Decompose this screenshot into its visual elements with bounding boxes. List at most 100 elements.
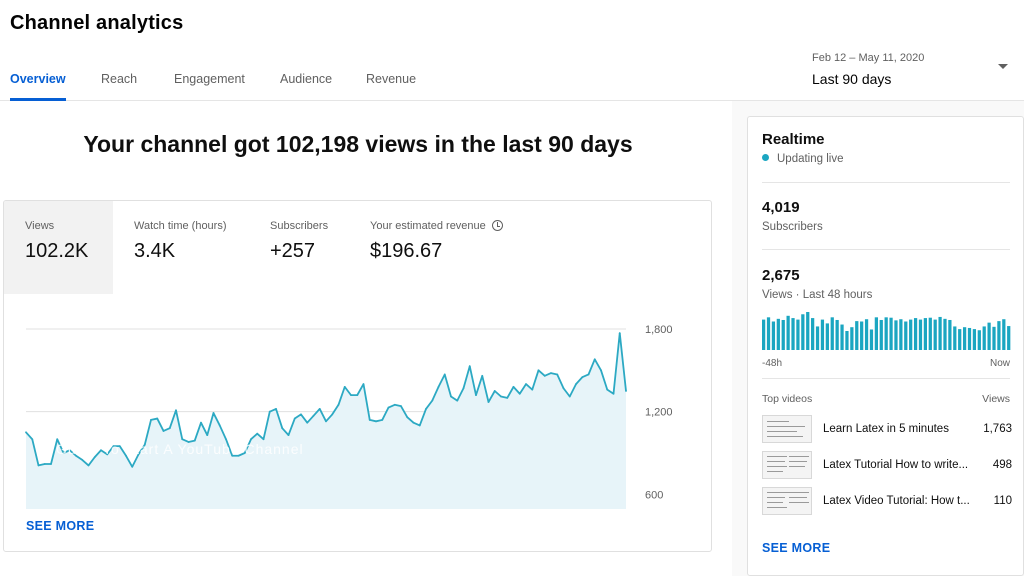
data-point [587, 373, 590, 376]
realtime-views-count: 2,675 [762, 267, 800, 284]
data-point [556, 373, 559, 376]
data-point [437, 385, 440, 388]
metric-value: 3.4K [134, 240, 176, 262]
y-tick-label: 1,800 [645, 324, 673, 336]
metric-watch-time[interactable]: Watch time (hours) 3.4K [113, 201, 249, 294]
divider [762, 182, 1010, 183]
realtime-bar [909, 319, 913, 350]
video-views: 110 [993, 495, 1012, 507]
data-point [506, 396, 509, 399]
realtime-bar [776, 318, 780, 350]
data-point [481, 374, 484, 377]
date-range-picker[interactable]: Feb 12 – May 11, 2020 Last 90 days [812, 50, 1012, 94]
metric-value: +257 [270, 240, 316, 262]
metric-label-row: Your estimated revenue [370, 220, 503, 232]
live-dot-icon [762, 154, 769, 161]
tab-engagement[interactable]: Engagement [174, 60, 245, 100]
video-title: Latex Tutorial How to write... [823, 459, 969, 471]
realtime-views-label: Views · Last 48 hours [762, 289, 873, 301]
data-point [31, 438, 34, 441]
realtime-bar [943, 318, 947, 350]
realtime-bar [830, 317, 834, 350]
realtime-bar [938, 316, 942, 350]
realtime-bar [958, 329, 962, 350]
top-header: Channel analytics Overview Reach Engagem… [0, 0, 1024, 101]
data-point [600, 369, 602, 372]
realtime-bar [904, 321, 908, 350]
data-point [318, 408, 321, 410]
data-point [375, 420, 377, 423]
divider [762, 378, 1010, 379]
key-metrics-card: Views 102.2K Watch time (hours) 3.4K Sub… [3, 200, 712, 552]
data-point [293, 417, 296, 420]
data-point [181, 438, 184, 441]
data-point [550, 372, 552, 374]
data-point [387, 406, 390, 409]
data-point [206, 434, 209, 436]
data-point [625, 390, 627, 392]
realtime-bar [992, 326, 996, 350]
metric-label: Subscribers [270, 220, 329, 232]
y-tick-label: 1,200 [645, 407, 673, 419]
views-area-chart: 1,8001,2006000Feb 12, ...Feb 27, 2020Mar… [25, 324, 673, 509]
realtime-bar [791, 318, 795, 350]
see-more-link[interactable]: SEE MORE [26, 519, 94, 533]
data-point [343, 385, 346, 388]
realtime-bar [825, 323, 829, 350]
data-point [268, 410, 271, 413]
realtime-see-more-link[interactable]: SEE MORE [762, 541, 830, 555]
metric-value: $196.67 [370, 240, 443, 262]
divider [762, 249, 1010, 250]
top-video-row[interactable]: Learn Latex in 5 minutes 1,763 [762, 415, 1012, 445]
data-point [462, 387, 465, 390]
data-point [168, 427, 171, 430]
realtime-bar [982, 326, 986, 350]
realtime-bar [815, 326, 820, 350]
data-point [225, 438, 227, 441]
data-point [400, 405, 402, 408]
data-point [406, 416, 409, 419]
caret-down-icon[interactable] [998, 64, 1008, 69]
tab-audience[interactable]: Audience [280, 60, 332, 100]
realtime-bar [889, 317, 893, 350]
realtime-bar [933, 319, 937, 350]
data-point [37, 464, 40, 467]
realtime-bar [771, 321, 776, 350]
realtime-subscriber-label: Subscribers [762, 221, 823, 233]
metric-label: Views [25, 220, 55, 232]
data-point [200, 421, 202, 424]
info-icon[interactable] [491, 220, 503, 231]
tab-revenue[interactable]: Revenue [366, 60, 416, 100]
realtime-bar [855, 321, 859, 350]
data-point [618, 332, 621, 335]
realtime-bar [801, 314, 805, 350]
tab-overview[interactable]: Overview [10, 60, 66, 100]
data-point [356, 394, 359, 397]
tab-reach[interactable]: Reach [101, 60, 137, 100]
video-thumbnail [762, 451, 812, 479]
data-point [331, 413, 334, 416]
realtime-bar [845, 331, 849, 350]
data-point [337, 403, 340, 406]
overview-headline: Your channel got 102,198 views in the la… [83, 131, 633, 157]
metric-subscribers[interactable]: Subscribers +257 [249, 201, 349, 294]
data-point [512, 385, 515, 388]
realtime-bar [962, 327, 967, 350]
realtime-bar [781, 319, 785, 350]
date-range-dates: Feb 12 – May 11, 2020 [812, 52, 925, 64]
realtime-bar [864, 319, 869, 350]
data-point [131, 465, 134, 468]
top-video-row[interactable]: Latex Video Tutorial: How t... 110 [762, 487, 1012, 517]
metric-views[interactable]: Views 102.2K [4, 201, 113, 294]
data-point [475, 394, 477, 397]
data-point [450, 395, 452, 398]
realtime-bar [918, 319, 923, 350]
data-point [368, 419, 371, 421]
metric-estimated-revenue[interactable]: Your estimated revenue $196.67 [349, 201, 519, 294]
data-point [456, 399, 459, 402]
data-point [362, 383, 365, 386]
data-point [218, 424, 221, 427]
top-video-row[interactable]: Latex Tutorial How to write... 498 [762, 451, 1012, 481]
realtime-bar [997, 321, 1001, 350]
data-point [300, 413, 302, 416]
